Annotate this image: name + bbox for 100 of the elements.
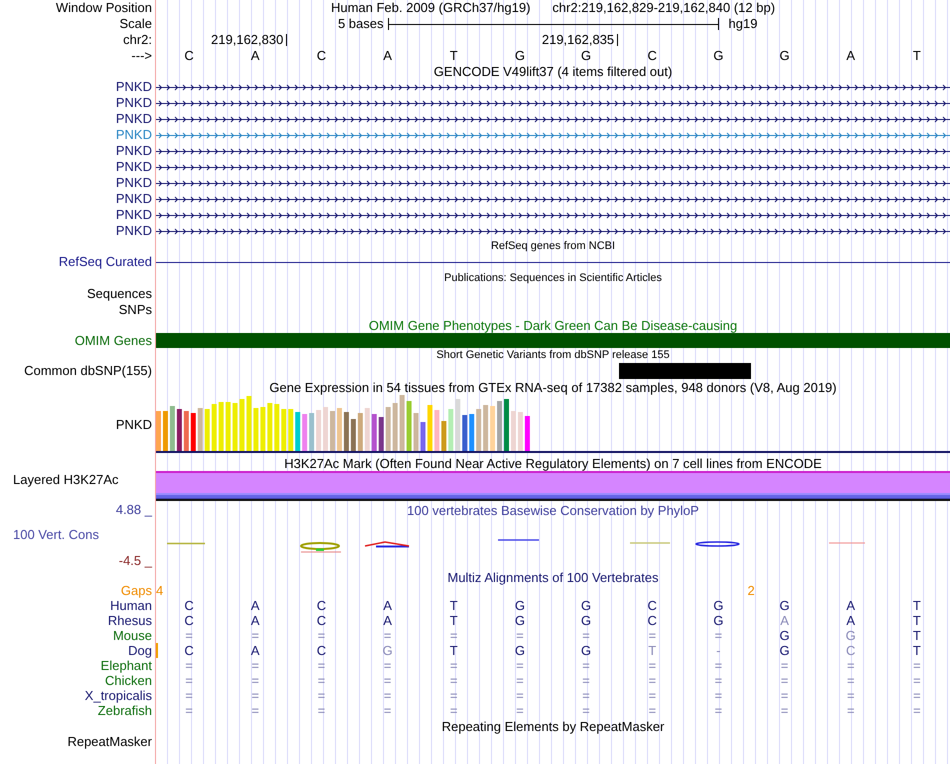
axis-max-label: 4.88 _ [116, 502, 152, 518]
base-letter: = [648, 688, 656, 703]
base-letter: T [648, 643, 656, 658]
base-letter: = [582, 658, 590, 673]
base-letter: = [714, 688, 722, 703]
base-letter: T [450, 48, 458, 64]
base-letter: = [516, 703, 524, 718]
expression-bar [350, 419, 356, 451]
track-title: OMIM Gene Phenotypes - Dark Green Can Be Disease-causing [368, 319, 738, 332]
base-letter: A [250, 48, 260, 64]
base-letter: = [318, 673, 326, 688]
track-label[interactable]: 100 Vert. Cons [13, 527, 99, 543]
base-letter: = [318, 688, 326, 703]
base-letter: = [185, 658, 193, 673]
expression-bar [267, 403, 272, 451]
base-letter: T [912, 628, 921, 643]
transcript-label: PNKD [116, 79, 152, 95]
conservation-mark [167, 542, 205, 544]
base-letter: G [780, 598, 790, 613]
species-label: Chicken [105, 672, 152, 688]
expression-bar [162, 411, 168, 451]
expression-bar [156, 411, 161, 451]
base-letter: = [714, 658, 722, 673]
base-letter: C [316, 613, 326, 628]
base-letter: A [250, 643, 260, 658]
base-letter: = [648, 658, 656, 673]
track-label[interactable]: RepeatMasker [67, 734, 152, 750]
base-letter: C [648, 613, 657, 628]
base-letter: A [846, 48, 856, 64]
expression-bar [198, 408, 203, 451]
expression-bar [406, 401, 412, 451]
ruler-position-label: 219,162,835 [542, 32, 614, 48]
base-letter: C [316, 598, 326, 613]
expression-bar [204, 409, 210, 451]
track-label[interactable]: SNPs [118, 302, 152, 318]
track-label[interactable]: Layered H3K27Ac [13, 472, 119, 488]
base-letter: C [316, 643, 326, 658]
base-letter: = [714, 673, 722, 688]
track-label[interactable]: Sequences [86, 286, 152, 302]
expression-bar [483, 405, 488, 451]
track-title: RefSeq genes from NCBI [490, 240, 616, 253]
base-letter: G [713, 613, 724, 628]
base-letter: = [384, 673, 392, 688]
expression-bar [427, 405, 432, 451]
assembly-name: Human Feb. 2009 (GRCh37/hg19) [330, 0, 530, 16]
base-letter: = [384, 688, 392, 703]
base-letter: = [185, 628, 193, 643]
base-letter: C [316, 48, 326, 64]
conservation-mark [364, 541, 410, 548]
base-letter: = [516, 658, 524, 673]
base-letter: = [780, 703, 788, 718]
base-letter: = [185, 703, 193, 718]
base-letter: G [514, 48, 525, 64]
assembly-label: hg19 [728, 16, 758, 32]
base-letter: = [318, 658, 326, 673]
base-letter: = [185, 688, 193, 703]
transcript-label: PNKD [116, 127, 152, 143]
gap-count: 2 [748, 584, 755, 598]
base-letter: T [450, 598, 458, 613]
ruler-position-label: 219,162,830 [211, 32, 284, 48]
expression-bar [510, 411, 516, 451]
track-title: 100 vertebrates Basewise Conservation by PhyloP [407, 504, 699, 516]
expression-bar [309, 413, 314, 451]
base-letter: = [582, 628, 590, 643]
base-letter: = [185, 673, 193, 688]
track-label[interactable]: PNKD [116, 417, 152, 433]
expression-bar [490, 406, 496, 451]
base-letter: = [648, 628, 656, 643]
expression-bar [316, 410, 322, 451]
expression-bar [434, 410, 440, 451]
base-letter: A [250, 598, 260, 613]
track-label[interactable]: Common dbSNP(155) [24, 363, 152, 379]
base-letter: = [714, 703, 722, 718]
base-letter: C [184, 613, 194, 628]
species-label: Zebrafish [98, 702, 152, 718]
track-label[interactable]: RefSeq Curated [58, 254, 152, 270]
species-label: X_tropicalis [84, 688, 152, 704]
expression-bar [295, 412, 300, 451]
base-letter: = [516, 628, 524, 643]
conservation-mark [630, 542, 670, 544]
track-label[interactable]: OMIM Genes [74, 332, 152, 348]
base-letter: G [514, 613, 525, 628]
conservation-mark [828, 542, 866, 544]
expression-bar [386, 407, 391, 451]
base-letter: = [780, 688, 788, 703]
gap-count: 4 [156, 584, 164, 598]
base-letter: G [382, 643, 393, 658]
base-letter: = [450, 703, 458, 718]
track-title: H3K27Ac Mark (Often Found Near Active Regulatory Elements) on 7 cell lines from ENCODE [284, 456, 822, 470]
track-label: ---> [131, 48, 152, 64]
base-letter: G [713, 48, 724, 64]
expression-bar [336, 408, 342, 451]
expression-bar [302, 414, 308, 451]
track-label: Scale [119, 16, 152, 32]
expression-bar [378, 417, 384, 451]
scale-length-label: 5 bases [338, 16, 384, 32]
transcript-label: PNKD [116, 223, 152, 239]
transcript-label: PNKD [116, 95, 152, 111]
base-letter: = [450, 628, 458, 643]
expression-bar [518, 412, 523, 451]
